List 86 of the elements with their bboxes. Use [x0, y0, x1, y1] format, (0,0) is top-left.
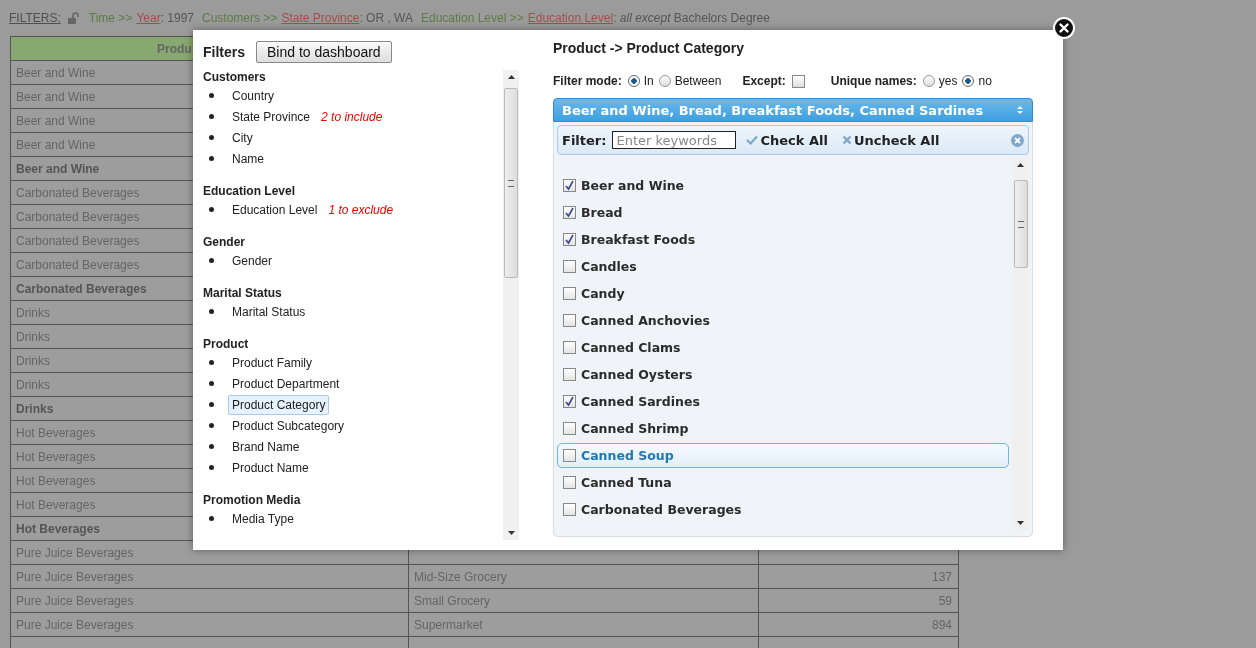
checkbox[interactable] [563, 395, 576, 408]
filter-path: Education Level >> [421, 11, 524, 25]
radio-button[interactable] [922, 75, 935, 87]
table-cell: 137 [758, 564, 959, 589]
uncheck-all-link[interactable]: Uncheck All [837, 132, 944, 148]
option-label: Filter mode: [553, 74, 622, 88]
category-option[interactable]: Canned Soup [557, 443, 1009, 468]
scroll-down-icon[interactable] [1017, 521, 1024, 525]
section-heading: Marital Status [203, 286, 283, 301]
radio-button[interactable] [627, 75, 640, 87]
category-option[interactable]: Breakfast Foods [557, 227, 1009, 252]
checkbox[interactable] [563, 422, 576, 435]
checkbox[interactable] [563, 314, 576, 327]
category-option[interactable]: Carbonated Beverages [557, 497, 1009, 522]
category-option[interactable]: Canned Anchovies [557, 308, 1009, 333]
checkbox[interactable] [563, 233, 576, 246]
level-item[interactable]: Country [228, 85, 279, 106]
checkbox[interactable] [563, 341, 576, 354]
section-heading: Promotion Media [203, 493, 302, 508]
table-cell: Pure Juice Beverages [10, 612, 409, 637]
checkbox[interactable] [563, 368, 576, 381]
category-option[interactable]: Candles [557, 254, 1009, 279]
dialog-title: Filters [203, 44, 245, 60]
category-option[interactable]: Candy [557, 281, 1009, 306]
category-option[interactable]: Canned Oysters [557, 362, 1009, 387]
checkbox[interactable] [791, 74, 805, 88]
table-cell: Supermarket [408, 612, 759, 637]
level-title: Product -> Product Category [553, 40, 745, 58]
table-cell: Small Grocery [408, 588, 759, 613]
option-label: Unique names: [830, 74, 917, 88]
filter-note: 2 to include [321, 109, 383, 124]
table-cell: Pure Juice Beverages [10, 588, 409, 613]
close-icon[interactable] [1053, 17, 1075, 39]
scroll-up-icon[interactable] [1017, 163, 1024, 167]
level-item[interactable]: Gender [228, 250, 277, 271]
filter-label: Filter: [562, 132, 607, 148]
unlocked-lock-icon[interactable] [66, 12, 79, 24]
check-icon [746, 135, 759, 145]
radio-button[interactable] [962, 75, 975, 87]
keyword-field[interactable]: Enter keywords [612, 131, 737, 149]
table-cell: 59 [758, 588, 959, 613]
level-item[interactable]: Marital Status [228, 301, 310, 322]
level-item[interactable]: Product Department [228, 373, 344, 394]
filter-note: 1 to exclude [328, 202, 394, 217]
checkbox[interactable] [563, 449, 576, 462]
section-heading: Education Level [203, 184, 297, 199]
category-option[interactable]: Canned Tuna [557, 470, 1009, 495]
checkbox[interactable] [563, 476, 576, 489]
level-item[interactable]: Product Category [228, 394, 330, 415]
filter-path: Time >> [88, 11, 133, 25]
radio-label: In [643, 74, 654, 88]
checkbox[interactable] [563, 260, 576, 273]
category-option[interactable]: Canned Shrimp [557, 416, 1009, 441]
filter-value: : all except Bachelors Degree [613, 11, 770, 25]
filter-value: : 1997 [160, 11, 194, 25]
checkbox[interactable] [563, 179, 576, 192]
bind-to-dashboard-button[interactable]: Bind to dashboard [256, 41, 392, 63]
category-option[interactable]: Bread [557, 200, 1009, 225]
check-all-link[interactable]: Check All [742, 132, 832, 148]
section-heading: Gender [203, 235, 246, 250]
table-cell: Mid-Size Grocery [408, 564, 759, 589]
level-item[interactable]: Product Family [228, 352, 317, 373]
category-option[interactable]: Beer and Wine [557, 173, 1009, 198]
filter-path: Customers >> [202, 11, 278, 25]
scroll-up-icon[interactable] [507, 75, 515, 79]
checkbox[interactable] [563, 206, 576, 219]
filters-label: FILTERS: [9, 11, 61, 25]
scroll-down-icon[interactable] [507, 531, 515, 535]
category-option[interactable]: Canned Clams [557, 335, 1009, 360]
sort-arrows-icon [1016, 105, 1024, 115]
radio-label: no [978, 74, 992, 88]
option-label: Except: [742, 74, 786, 88]
radio-label: Between [674, 74, 722, 88]
checkbox[interactable] [563, 503, 576, 516]
checkbox[interactable] [563, 287, 576, 300]
table-cell: 894 [758, 612, 959, 637]
table-cell: Pure Juice Beverages [10, 564, 409, 589]
category-option[interactable]: Canned Sardines [557, 389, 1009, 414]
section-heading: Customers [203, 70, 267, 85]
scrollbar[interactable] [503, 70, 519, 540]
level-item[interactable]: State Province [228, 106, 315, 127]
scrollbar[interactable] [1012, 158, 1029, 530]
radio-button[interactable] [658, 75, 671, 87]
radio-label: yes [938, 74, 958, 88]
cross-icon [841, 135, 852, 145]
filter-value: : OR , WA [359, 11, 413, 25]
